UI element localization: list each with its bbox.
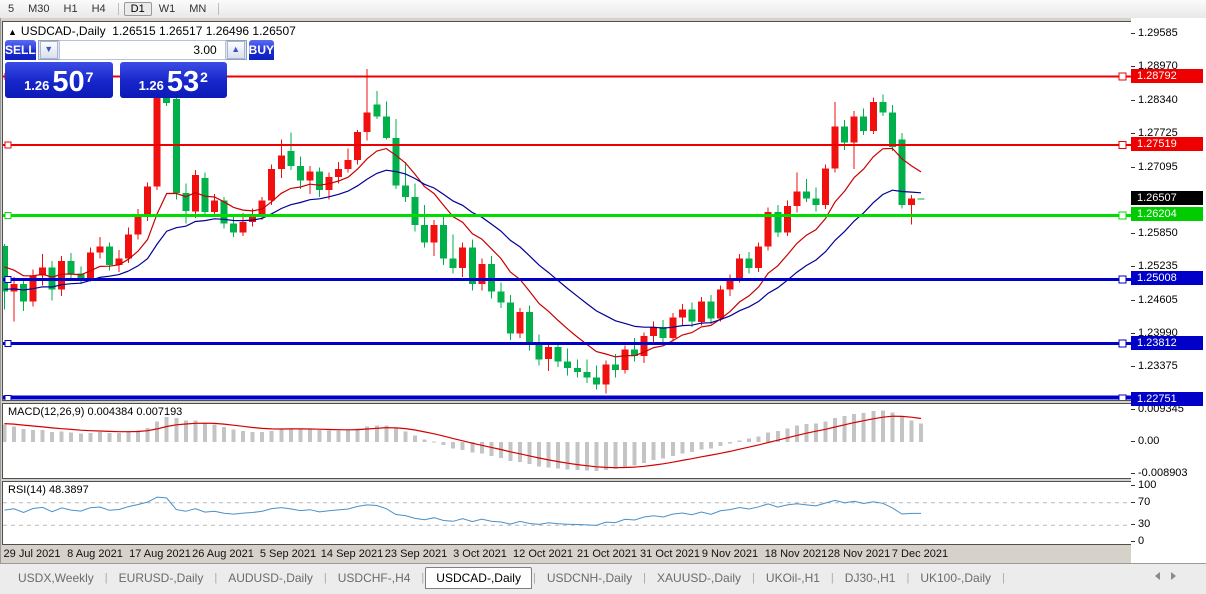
- tab-separator: |: [105, 572, 108, 584]
- tab-separator: |: [533, 572, 536, 584]
- date-label: 17 Aug 2021: [129, 548, 191, 560]
- volume-stepper: ▼ ▲: [38, 40, 247, 60]
- tab-audusd-daily[interactable]: AUDUSD-,Daily: [218, 568, 323, 588]
- tab-separator: |: [831, 572, 834, 584]
- tab-usdcad-daily[interactable]: USDCAD-,Daily: [425, 567, 532, 589]
- tab-usdx-weekly[interactable]: USDX,Weekly: [8, 568, 104, 588]
- sell-price-display[interactable]: 1.26507: [5, 62, 113, 98]
- sell-button[interactable]: SELL: [5, 40, 36, 60]
- tab-separator: |: [421, 572, 424, 584]
- rsi-scale-tick: 0: [1131, 535, 1144, 547]
- tab-usdcnh-daily[interactable]: USDCNH-,Daily: [537, 568, 642, 588]
- toolbar-separator: [118, 3, 119, 15]
- timeframe-h1[interactable]: H1: [57, 2, 85, 16]
- date-label: 28 Nov 2021: [828, 548, 890, 560]
- date-label: 14 Sep 2021: [321, 548, 383, 560]
- symbol-collapse-icon[interactable]: ▲: [8, 27, 17, 37]
- price-tick: 1.25850: [1131, 227, 1178, 239]
- tab-separator: |: [906, 572, 909, 584]
- timeframe-d1[interactable]: D1: [124, 2, 152, 16]
- rsi-label: RSI(14) 48.3897: [8, 484, 89, 496]
- tab-usdchf-h4[interactable]: USDCHF-,H4: [328, 568, 421, 588]
- date-label: 26 Aug 2021: [192, 548, 254, 560]
- date-label: 7 Dec 2021: [892, 548, 948, 560]
- date-axis: 29 Jul 2021 8 Aug 2021 17 Aug 202126 Aug 2…: [2, 545, 1130, 562]
- date-label: 5 Sep 2021: [260, 548, 316, 560]
- date-label: 9 Nov 2021: [702, 548, 758, 560]
- rsi-scale-tick: 70: [1131, 496, 1150, 508]
- price-tick: 1.23375: [1131, 360, 1178, 372]
- price-tag-1.28792: 1.28792: [1131, 69, 1203, 83]
- macd-scale-tick: 0.00: [1131, 435, 1159, 447]
- price-tag-1.25008: 1.25008: [1131, 271, 1203, 285]
- one-click-trading-panel: SELL ▼ ▲ BUY 1.26507 1.26532: [5, 40, 227, 98]
- timeframe-5[interactable]: 5: [1, 2, 21, 16]
- buy-price-display[interactable]: 1.26532: [120, 62, 228, 98]
- chart-symbol-label: USDCAD-,Daily: [21, 24, 106, 38]
- tab-separator: |: [752, 572, 755, 584]
- tab-uk100-daily[interactable]: UK100-,Daily: [910, 568, 1001, 588]
- tab-scroll-left-icon[interactable]: [1155, 572, 1160, 580]
- tab-separator: |: [643, 572, 646, 584]
- tab-separator: |: [324, 572, 327, 584]
- date-label: 29 Jul 2021: [4, 548, 61, 560]
- macd-label: MACD(12,26,9) 0.004384 0.007193: [8, 406, 182, 418]
- macd-scale-tick: -0.008903: [1131, 467, 1188, 479]
- date-label: 18 Nov 2021: [765, 548, 827, 560]
- buy-button[interactable]: BUY: [249, 40, 274, 60]
- timeframe-m30[interactable]: M30: [21, 2, 56, 16]
- price-tick: 1.29585: [1131, 27, 1178, 39]
- date-label: 12 Oct 2021: [513, 548, 573, 560]
- price-tag-1.26507: 1.26507: [1131, 191, 1203, 205]
- rsi-scale-tick: 30: [1131, 518, 1150, 530]
- tab-scroll-right-icon[interactable]: [1171, 572, 1176, 580]
- volume-input[interactable]: [59, 40, 226, 60]
- date-label: 3 Oct 2021: [453, 548, 507, 560]
- date-label: 21 Oct 2021: [577, 548, 637, 560]
- volume-increase-icon[interactable]: ▲: [227, 41, 245, 59]
- toolbar-separator: [218, 3, 219, 15]
- price-tag-1.27519: 1.27519: [1131, 137, 1203, 151]
- rsi-indicator-pane[interactable]: [2, 481, 1132, 545]
- date-label: 31 Oct 2021: [640, 548, 700, 560]
- chart-tab-bar: USDX,Weekly|EURUSD-,Daily|AUDUSD-,Daily|…: [0, 563, 1206, 594]
- price-tick: 1.27095: [1131, 161, 1178, 173]
- price-tick: 1.24605: [1131, 294, 1178, 306]
- tab-ukoil-h1[interactable]: UKOil-,H1: [756, 568, 830, 588]
- timeframe-toolbar: 5M30H1H4 D1W1MN: [0, 0, 1206, 19]
- date-label: 23 Sep 2021: [385, 548, 447, 560]
- tab-dj30-h1[interactable]: DJ30-,H1: [835, 568, 906, 588]
- timeframe-w1[interactable]: W1: [152, 2, 183, 16]
- chart-title: ▲ USDCAD-,Daily 1.26515 1.26517 1.26496 1…: [8, 24, 296, 38]
- tab-eurusd-daily[interactable]: EURUSD-,Daily: [109, 568, 214, 588]
- price-tag-1.22751: 1.22751: [1131, 392, 1203, 406]
- price-tag-1.23812: 1.23812: [1131, 336, 1203, 350]
- tab-separator: |: [214, 572, 217, 584]
- tab-separator: |: [1002, 572, 1005, 584]
- rsi-scale-tick: 100: [1131, 479, 1156, 491]
- price-tick: 1.28340: [1131, 94, 1178, 106]
- volume-decrease-icon[interactable]: ▼: [40, 41, 58, 59]
- price-scale: 1.295851.289701.283401.277251.270951.258…: [1131, 18, 1206, 563]
- date-label: 8 Aug 2021: [67, 548, 123, 560]
- timeframe-mn[interactable]: MN: [182, 2, 213, 16]
- timeframe-h4[interactable]: H4: [85, 2, 113, 16]
- tab-xauusd-daily[interactable]: XAUUSD-,Daily: [647, 568, 751, 588]
- chart-ohlc-values: 1.26515 1.26517 1.26496 1.26507: [112, 24, 296, 38]
- chart-window: 1.295851.289701.283401.277251.270951.258…: [0, 18, 1206, 563]
- price-tag-1.26204: 1.26204: [1131, 207, 1203, 221]
